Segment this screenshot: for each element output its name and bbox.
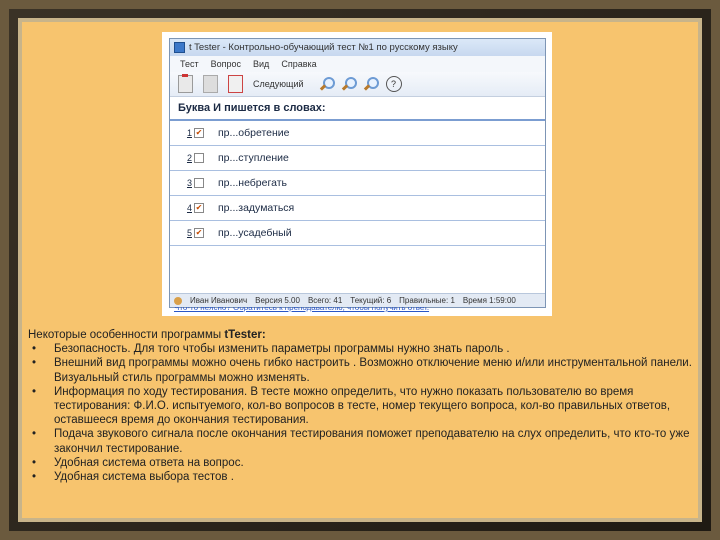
heading-prefix: Некоторые особенности программы — [28, 329, 225, 341]
features-heading: Некоторые особенности программы tTester: — [28, 328, 692, 342]
answer-number: 1 — [186, 128, 192, 138]
answer-text: пр...небрегать — [218, 177, 287, 189]
answer-text: пр...ступление — [218, 152, 289, 164]
zoom-in-icon[interactable] — [340, 76, 357, 92]
user-icon — [174, 296, 182, 305]
menu-help[interactable]: Справка — [281, 59, 316, 69]
toolbar: Следующий ? — [170, 72, 545, 97]
clipboard-disabled-icon[interactable] — [203, 75, 218, 93]
menu-question[interactable]: Вопрос — [211, 59, 241, 69]
answer-number: 3 — [186, 178, 192, 188]
window-titlebar[interactable]: t Tester - Контрольно-обучающий тест №1 … — [170, 39, 545, 56]
help-icon[interactable]: ? — [385, 76, 402, 92]
features-list: Безопасность. Для того чтобы изменить па… — [28, 342, 692, 484]
zoom-out-icon[interactable] — [362, 76, 379, 92]
answer-text: пр...обретение — [218, 127, 290, 139]
answer-row[interactable]: 3 пр...небрегать — [170, 171, 545, 196]
menu-bar: Тест Вопрос Вид Справка — [170, 56, 545, 72]
status-time: Время 1:59:00 — [462, 296, 516, 305]
answer-row[interactable]: 5 ✔ пр...усадебный — [170, 221, 545, 246]
zoom-icon[interactable] — [318, 76, 335, 92]
answer-text: пр...задуматься — [218, 202, 295, 214]
app-icon — [174, 42, 185, 53]
status-correct: Правильные: 1 — [399, 296, 455, 305]
question-panel: Буква И пишется в словах: 1 ✔ пр...обрет… — [170, 97, 545, 312]
window-title: t Tester - Контрольно-обучающий тест №1 … — [189, 42, 458, 53]
answer-number: 2 — [186, 153, 192, 163]
status-user: Иван Иванович — [190, 296, 248, 305]
list-item: Информация по ходу тестирования. В тесте… — [28, 385, 692, 428]
answer-checkbox[interactable]: ✔ — [194, 228, 204, 238]
clipboard-red-icon[interactable] — [228, 75, 243, 93]
status-total: Всего: 41 — [307, 296, 343, 305]
list-item: Удобная система выбора тестов . — [28, 470, 692, 484]
list-item: Внешний вид программы можно очень гибко … — [28, 356, 692, 384]
menu-test[interactable]: Тест — [180, 59, 199, 69]
menu-view[interactable]: Вид — [253, 59, 269, 69]
answer-row[interactable]: 2 пр...ступление — [170, 146, 545, 171]
answer-checkbox[interactable] — [194, 178, 204, 188]
heading-program-name: tTester: — [224, 329, 266, 341]
app-window: t Tester - Контрольно-обучающий тест №1 … — [169, 38, 546, 312]
answer-row[interactable]: 4 ✔ пр...задуматься — [170, 196, 545, 221]
answer-number: 4 — [186, 203, 192, 213]
answer-number: 5 — [186, 228, 192, 238]
list-item: Удобная система ответа на вопрос. — [28, 456, 692, 470]
question-text: Буква И пишется в словах: — [170, 97, 545, 121]
status-bar: Иван Иванович Версия 5.00 Всего: 41 Теку… — [170, 293, 545, 307]
slide: t Tester - Контрольно-обучающий тест №1 … — [22, 22, 698, 518]
clipboard-icon[interactable] — [178, 74, 193, 93]
answer-text: пр...усадебный — [218, 227, 292, 239]
status-current: Текущий: 6 — [350, 296, 392, 305]
list-item: Безопасность. Для того чтобы изменить па… — [28, 342, 692, 356]
answer-checkbox[interactable] — [194, 153, 204, 163]
list-item: Подача звукового сигнала после окончания… — [28, 427, 692, 455]
answer-row[interactable]: 1 ✔ пр...обретение — [170, 121, 545, 146]
description-text: Некоторые особенности программы tTester:… — [28, 328, 692, 484]
next-button[interactable]: Следующий — [253, 79, 304, 89]
answer-checkbox[interactable]: ✔ — [194, 203, 204, 213]
answer-checkbox[interactable]: ✔ — [194, 128, 204, 138]
status-version: Версия 5.00 — [255, 296, 300, 305]
